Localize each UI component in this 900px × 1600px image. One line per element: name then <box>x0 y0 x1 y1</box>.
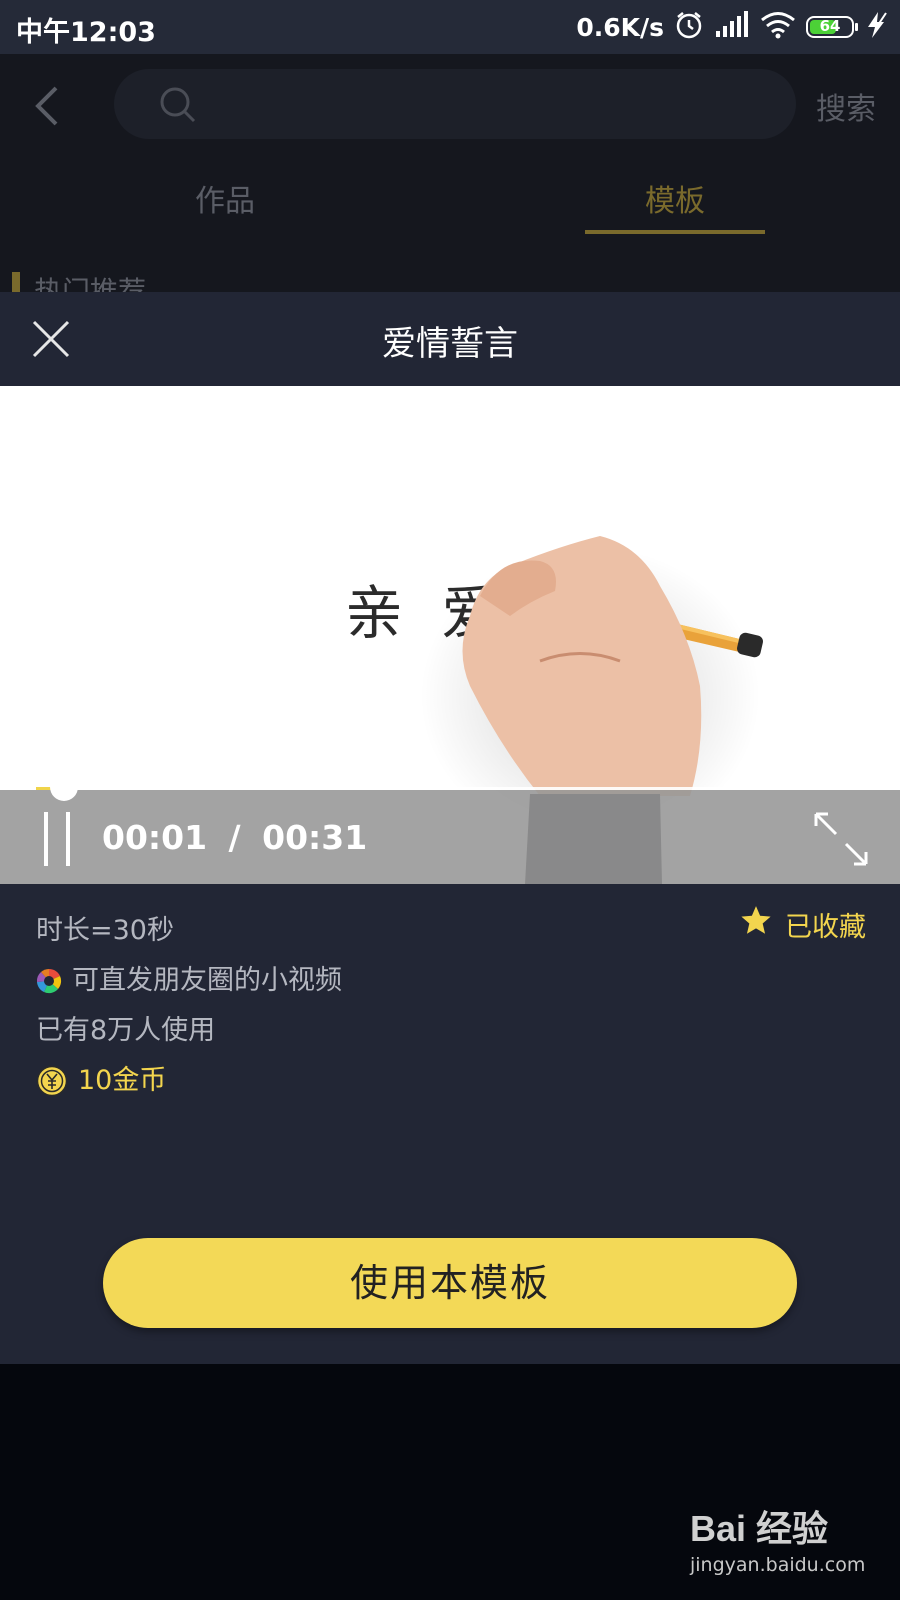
watermark-logo: Bai 经验 <box>690 1500 890 1552</box>
video-controls: 00:01 / 00:31 <box>0 773 900 884</box>
favorite-button[interactable]: 已收藏 <box>739 904 866 945</box>
status-icons: 0.6K/s 64 <box>576 9 890 45</box>
moments-line: 可直发朋友圈的小视频 <box>36 956 342 1006</box>
baidu-jingyan-watermark: Bai 经验 jingyan.baidu.com <box>690 1500 890 1576</box>
moments-icon <box>36 968 62 994</box>
time-readout: 00:01 / 00:31 <box>102 818 367 857</box>
charging-icon <box>864 11 890 43</box>
section-title: 热门推荐 <box>34 275 147 292</box>
coin-icon <box>36 1065 68 1097</box>
star-icon <box>739 904 785 945</box>
tab-works[interactable]: 作品 <box>135 176 315 220</box>
wifi-icon <box>760 11 796 43</box>
time-separator: / <box>228 818 241 857</box>
watermark-logo-text: Bai 经验 <box>690 1508 829 1549</box>
favorite-label: 已收藏 <box>785 912 866 943</box>
back-arrow-icon[interactable] <box>32 84 62 132</box>
duration-text: 时长=30秒 <box>36 915 174 946</box>
battery-icon: 64 <box>806 16 858 38</box>
moments-text: 可直发朋友圈的小视频 <box>72 965 342 996</box>
search-input[interactable] <box>114 69 796 139</box>
modal-header: 爱情誓言 <box>0 292 900 386</box>
signal-icon <box>714 11 750 43</box>
price-text: 10金币 <box>78 1065 167 1096</box>
watermark-url: jingyan.baidu.com <box>690 1554 866 1576</box>
search-button[interactable]: 搜索 <box>816 84 876 128</box>
tab-active-indicator <box>585 230 765 234</box>
template-info: 时长=30秒 可直发朋友圈的小视频 已有8万人使用 10金币 <box>36 906 342 1106</box>
battery-level: 64 <box>819 17 841 35</box>
network-speed: 0.6K/s <box>576 12 664 42</box>
video-player[interactable]: 亲 爱 00:01 / 00:31 <box>0 386 900 884</box>
price-line: 10金币 <box>36 1056 342 1106</box>
tab-templates[interactable]: 模板 <box>585 176 765 220</box>
alarm-icon <box>674 10 704 44</box>
modal-title: 爱情誓言 <box>382 324 518 364</box>
use-template-button[interactable]: 使用本模板 <box>103 1238 797 1328</box>
users-text: 已有8万人使用 <box>36 1015 216 1046</box>
total-time: 00:31 <box>262 818 368 857</box>
section-marker <box>12 272 20 292</box>
status-bar: 中午12:03 0.6K/s 64 <box>0 0 900 54</box>
current-time: 00:01 <box>102 818 208 857</box>
status-time: 中午12:03 <box>16 17 156 48</box>
fullscreen-icon[interactable] <box>812 810 870 868</box>
background-page: 搜索 作品 模板 热门推荐 <box>0 54 900 292</box>
pause-icon[interactable] <box>42 812 74 866</box>
section-header: 热门推荐 <box>12 270 146 292</box>
template-preview-modal: 爱情誓言 亲 爱 00:01 / 00:31 已收藏 时长=30秒 可直发朋友圈… <box>0 292 900 1364</box>
progress-knob[interactable] <box>49 773 78 801</box>
progress-bar[interactable] <box>36 773 900 801</box>
